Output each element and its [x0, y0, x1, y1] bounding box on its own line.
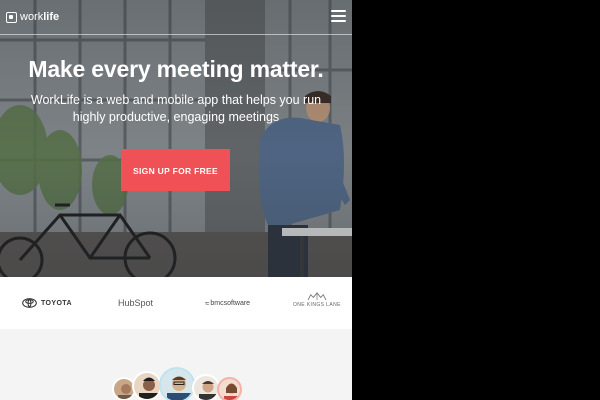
hero-subtitle: WorkLife is a web and mobile app that he… — [30, 93, 322, 124]
customer-logos-strip: TOYOTA HubSpot ≈ bmcsoftware ONE KINGS L… — [0, 277, 352, 330]
bmc-wordmark: bmcsoftware — [210, 299, 251, 307]
team-avatars-section — [0, 329, 352, 400]
logo-text-work: work — [20, 11, 44, 23]
hero-overlay — [0, 0, 352, 277]
calendar-icon — [6, 11, 17, 23]
hubspot-wordmark: HubSpot — [118, 298, 154, 308]
toyota-wordmark: TOYOTA — [41, 299, 72, 307]
top-navbar: work life — [0, 0, 352, 35]
avatar — [159, 367, 195, 400]
avatar — [217, 377, 242, 400]
page-viewport: work life Make every meeting matter. Work… — [0, 0, 352, 400]
worklife-logo[interactable]: work life — [6, 9, 59, 25]
sign-up-button[interactable]: SIGN UP FOR FREE — [121, 149, 230, 191]
hubspot-logo: HubSpot — [118, 295, 153, 311]
okl-wordmark: ONE KINGS LANE — [293, 302, 341, 308]
logo-text-life: life — [43, 11, 60, 23]
avatar — [192, 374, 220, 400]
hero-title: Make every meeting matter. — [28, 56, 324, 82]
bmc-swirl-icon: ≈ — [205, 298, 210, 308]
toyota-emblem-icon — [22, 298, 37, 308]
one-kings-lane-logo: ONE KINGS LANE — [293, 292, 341, 308]
hamburger-icon[interactable] — [331, 10, 346, 22]
avatar — [132, 371, 162, 400]
bmc-logo: ≈ bmcsoftware — [205, 295, 250, 311]
crown-tree-icon — [307, 292, 327, 301]
hero-section: work life Make every meeting matter. Work… — [0, 0, 352, 277]
toyota-logo: TOYOTA — [22, 295, 72, 311]
